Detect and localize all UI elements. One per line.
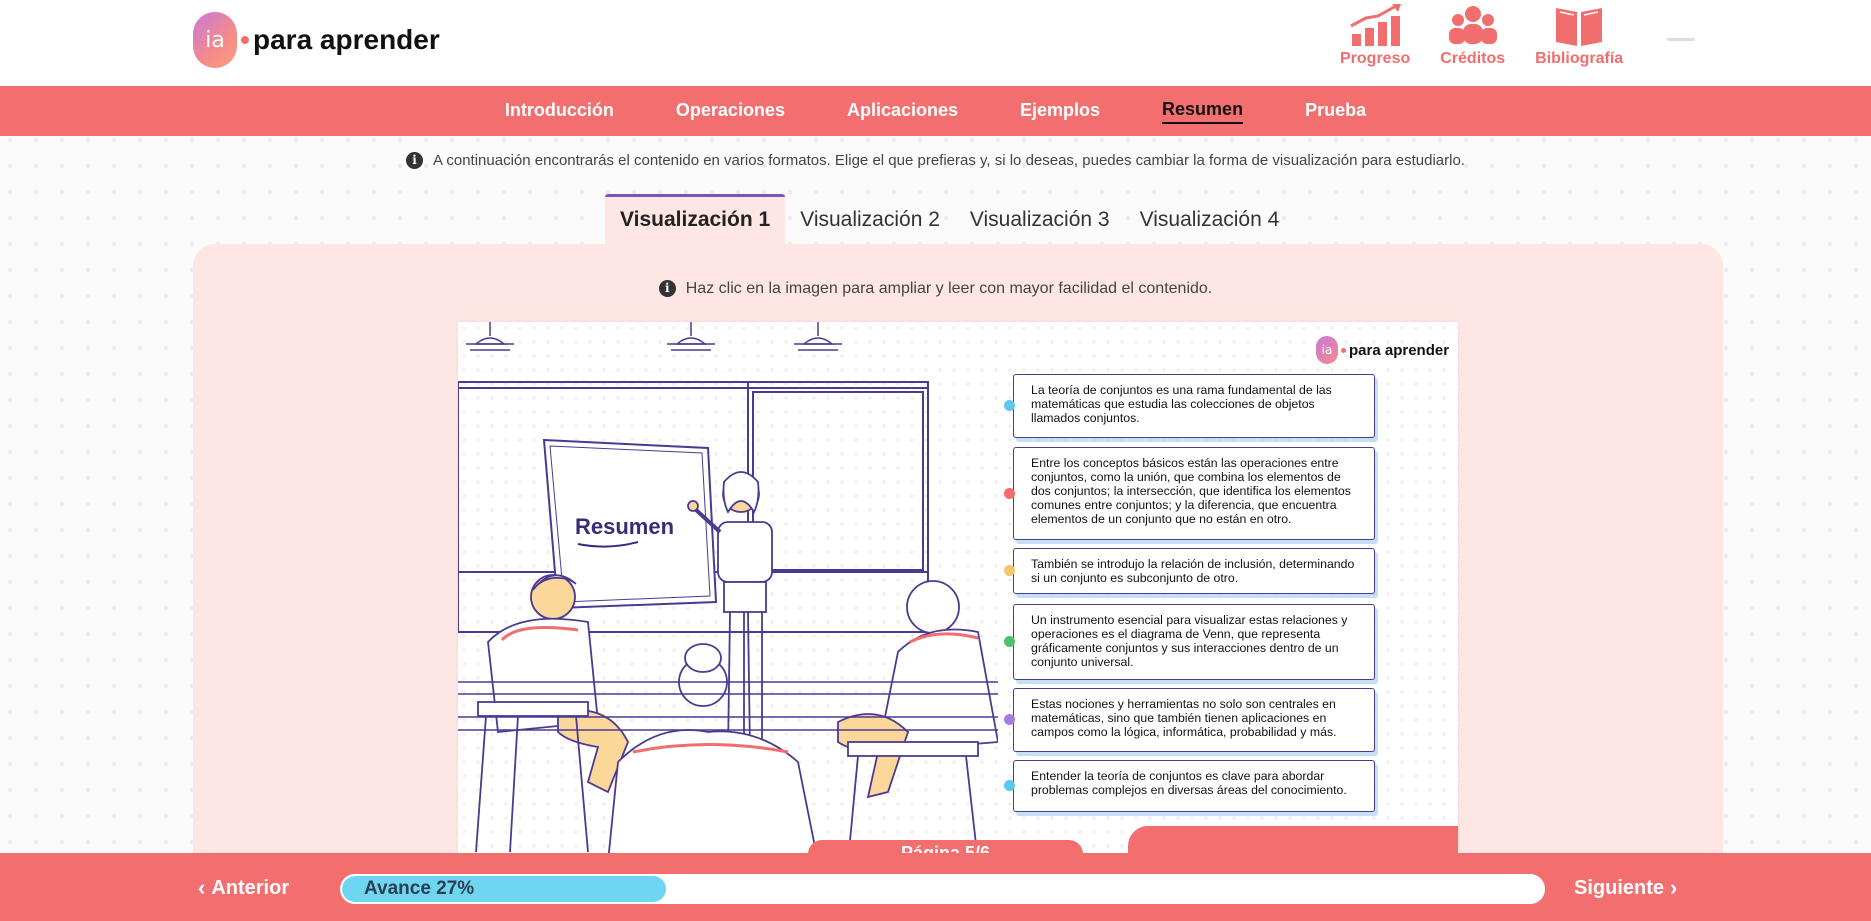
progress-label: Avance 27%	[364, 878, 475, 899]
previous-button[interactable]: ‹ Anterior	[192, 875, 289, 901]
next-label: Siguiente	[1574, 876, 1665, 899]
top-actions: Progreso Créditos Bibliografía	[1340, 4, 1653, 68]
nav-resumen[interactable]: Resumen	[1162, 99, 1244, 124]
logo-badge: ia	[193, 12, 237, 68]
nav-prueba[interactable]: Prueba	[1305, 100, 1366, 123]
tab-visualizacion-3[interactable]: Visualización 3	[955, 194, 1125, 244]
card-dot	[1004, 636, 1015, 647]
summary-card-5: Estas nociones y herramientas no solo so…	[1004, 688, 1375, 752]
summary-card-3: También se introdujo la relación de incl…	[1004, 548, 1375, 594]
card-dot	[1004, 780, 1015, 791]
chevron-right-icon: ›	[1670, 875, 1678, 900]
next-button[interactable]: Siguiente ›	[1574, 875, 1683, 901]
panel-info-text: Haz clic en la imagen para ampliar y lee…	[685, 280, 1213, 297]
info-message: i A continuación encontrarás el contenido…	[0, 152, 1871, 169]
info-icon: i	[658, 280, 676, 297]
progress-fill: Avance 27%	[342, 876, 667, 902]
nav-introduccion[interactable]: Introducción	[505, 100, 614, 123]
summary-card-text: Un instrumento esencial para visualizar …	[1031, 613, 1348, 669]
summary-logo-text: para aprender	[1349, 341, 1450, 359]
summary-image[interactable]: Resumen ia para aprender La teoría de co…	[458, 322, 1458, 862]
summary-logo-badge: ia	[1316, 336, 1338, 364]
summary-logo: ia para aprender	[1316, 336, 1449, 364]
progreso-label: Progreso	[1340, 50, 1411, 67]
summary-card-text: Entre los conceptos básicos están las op…	[1031, 456, 1351, 526]
progress-bar: Avance 27%	[340, 874, 1545, 904]
book-icon	[1556, 8, 1603, 46]
creditos-label: Créditos	[1440, 50, 1506, 67]
card-dot	[1004, 714, 1015, 725]
summary-card-1: La teoría de conjuntos es una rama funda…	[1004, 374, 1375, 438]
group-icon	[1448, 6, 1497, 44]
card-dot	[1004, 565, 1015, 576]
section-nav: Introducción Operaciones Aplicaciones Ej…	[0, 86, 1871, 136]
creditos-button[interactable]: Créditos	[1440, 4, 1505, 68]
summary-card-6: Entender la teoría de conjuntos es clave…	[1004, 760, 1375, 812]
tab-visualizacion-1[interactable]: Visualización 1	[605, 194, 786, 244]
chevron-left-icon: ‹	[198, 875, 206, 900]
nav-ejemplos[interactable]: Ejemplos	[1020, 100, 1100, 123]
partner-logos	[1128, 826, 1458, 856]
bottom-bar: ‹ Anterior Avance 27% Siguiente ›	[0, 853, 1871, 921]
summary-card-2: Entre los conceptos básicos están las op…	[1004, 447, 1375, 540]
summary-card-text: Estas nociones y herramientas no solo so…	[1031, 697, 1337, 739]
header: ia para aprender Progreso Créditos Bibli…	[0, 0, 1871, 86]
tab-visualizacion-2[interactable]: Visualización 2	[785, 194, 955, 244]
summary-card-text: Entender la teoría de conjuntos es clave…	[1031, 769, 1347, 797]
card-dot	[1004, 487, 1015, 499]
app-logo[interactable]: ia para aprender	[193, 12, 440, 68]
panel-info-message: i Haz clic en la imagen para ampliar y le…	[0, 280, 1871, 298]
tab-visualizacion-4[interactable]: Visualización 4	[1125, 194, 1295, 244]
logo-text: para aprender	[253, 24, 440, 55]
nav-aplicaciones[interactable]: Aplicaciones	[847, 100, 958, 123]
summary-card-4: Un instrumento esencial para visualizar …	[1004, 604, 1375, 680]
summary-card-text: La teoría de conjuntos es una rama funda…	[1031, 383, 1332, 425]
bibliografia-label: Bibliografía	[1535, 50, 1624, 67]
summary-logo-dot	[1341, 347, 1346, 353]
board-title: Resumen	[575, 514, 674, 539]
chart-up-icon	[1350, 4, 1402, 46]
visualization-tabs: Visualización 1 Visualización 2 Visualiz…	[605, 194, 1294, 244]
nav-operaciones[interactable]: Operaciones	[676, 100, 785, 123]
summary-card-text: También se introdujo la relación de incl…	[1031, 557, 1355, 585]
card-dot	[1004, 400, 1015, 411]
logo-dot	[241, 36, 249, 44]
menu-toggle[interactable]	[1667, 38, 1695, 41]
progreso-button[interactable]: Progreso	[1340, 4, 1410, 68]
info-text: A continuación encontrarás el contenido …	[433, 152, 1465, 169]
previous-label: Anterior	[211, 876, 290, 899]
classroom-illustration: Resumen	[458, 322, 998, 862]
info-icon: i	[406, 152, 424, 169]
bibliografia-button[interactable]: Bibliografía	[1535, 4, 1623, 68]
